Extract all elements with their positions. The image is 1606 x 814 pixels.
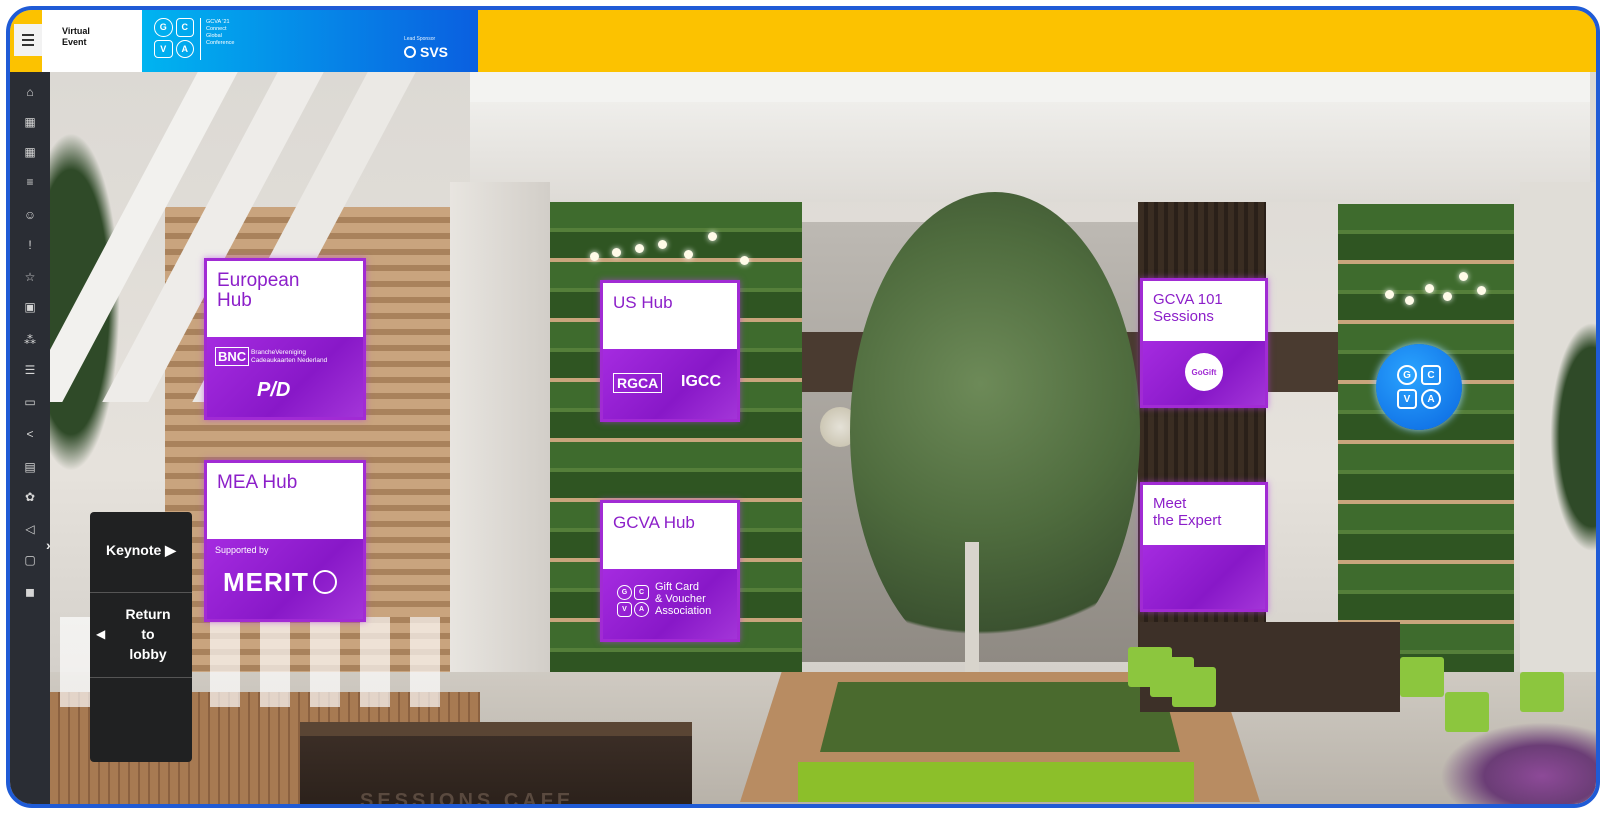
seat-cube bbox=[1172, 667, 1216, 707]
event-title: Virtual Event bbox=[62, 26, 90, 47]
sidebar: ⌂ ▦ ▦ ≡ ☺ ǃ ☆ ▣ ⁂ ☰ ▭ < ▤ ✿ ◁ ▢ ◼ › bbox=[10, 72, 51, 804]
list-icon[interactable]: ≡ bbox=[10, 172, 50, 192]
sponsor-logo: SVS bbox=[404, 44, 448, 60]
pendant-lights bbox=[1385, 272, 1505, 305]
calendar-alt-icon[interactable]: ▦ bbox=[10, 142, 50, 162]
association-text: Gift Card & Voucher Association bbox=[655, 581, 712, 617]
profile-icon[interactable]: ◼ bbox=[10, 582, 50, 602]
cafe-sign: SESSIONS CAFE bbox=[360, 790, 575, 804]
sign-title: Meet the Expert bbox=[1153, 495, 1222, 529]
sign-title: GCVA Hub bbox=[613, 513, 695, 532]
sign-title: GCVA 101 Sessions bbox=[1153, 291, 1223, 325]
counter-top bbox=[300, 722, 692, 736]
star-icon[interactable]: ☆ bbox=[10, 267, 50, 287]
menu-icon[interactable] bbox=[14, 24, 43, 56]
mea-hub-sign[interactable]: MEA Hub Supported by MERIT bbox=[204, 460, 366, 622]
lobby-scene: SESSIONS CAFE European Hub BNC BrancheVe… bbox=[50, 72, 1596, 804]
camera-icon[interactable]: ▣ bbox=[10, 297, 50, 317]
svs-logo-icon bbox=[404, 46, 416, 58]
merit-circle-icon bbox=[312, 570, 337, 594]
ceiling bbox=[470, 102, 1590, 202]
pvd-logo: P/D bbox=[257, 379, 291, 401]
people-icon[interactable]: ☺ bbox=[10, 205, 50, 225]
share-icon[interactable]: < bbox=[10, 424, 50, 444]
gcva-logo-icon: G C V A bbox=[154, 18, 194, 58]
meet-the-expert-sign[interactable]: Meet the Expert bbox=[1140, 482, 1268, 612]
chat-icon[interactable]: ▢ bbox=[10, 550, 50, 570]
seat-cube bbox=[1520, 672, 1564, 712]
sign-title: MEA Hub bbox=[217, 472, 298, 493]
sign-title: European Hub bbox=[217, 270, 300, 311]
poll-icon[interactable]: ▤ bbox=[10, 457, 50, 477]
group-icon[interactable]: ✿ bbox=[10, 487, 50, 507]
return-to-lobby-link[interactable]: Return to lobby bbox=[104, 604, 192, 664]
gcva-logo-icon: G C V A bbox=[617, 585, 649, 617]
merit-logo: MERIT bbox=[223, 567, 337, 598]
pendant-lights bbox=[590, 232, 770, 265]
network-icon[interactable]: ⁂ bbox=[10, 330, 50, 350]
directory-signpost: Keynote ▶ ◀ Return to lobby bbox=[90, 512, 192, 762]
top-bar: Virtual Event G C V A GCVA '21 Connect G… bbox=[10, 10, 1596, 72]
conference-text: GCVA '21 Connect Global Conference bbox=[206, 19, 235, 46]
event-title-area bbox=[42, 10, 142, 72]
banner-divider bbox=[200, 18, 201, 60]
gcva-hub-sign[interactable]: GCVA Hub G C V A Gift Card & Voucher Ass… bbox=[600, 500, 740, 642]
info-icon[interactable]: ǃ bbox=[10, 235, 50, 255]
list-bullet-icon[interactable]: ☰ bbox=[10, 360, 50, 380]
gogift-logo: GoGift bbox=[1185, 353, 1223, 391]
european-hub-sign[interactable]: European Hub BNC BrancheVereniging Cadea… bbox=[204, 258, 366, 420]
app-frame: Virtual Event G C V A GCVA '21 Connect G… bbox=[6, 6, 1600, 808]
rgca-logo: RGCA bbox=[613, 373, 663, 393]
supported-by-label: Supported by bbox=[215, 545, 269, 555]
flowers bbox=[1440, 722, 1596, 804]
sponsor-label: Lead Sponsor bbox=[404, 36, 436, 42]
sign-title: US Hub bbox=[613, 293, 673, 312]
gcva-logo-icon[interactable]: G C V A bbox=[1376, 344, 1462, 430]
igcc-logo: IGCC bbox=[681, 373, 721, 390]
conference-banner[interactable]: G C V A GCVA '21 Connect Global Conferen… bbox=[142, 10, 478, 72]
keynote-link[interactable]: Keynote ▶ bbox=[90, 542, 192, 559]
bnc-logo-icon: BNC bbox=[215, 347, 250, 366]
planter-base bbox=[798, 762, 1194, 802]
home-icon[interactable]: ⌂ bbox=[10, 82, 50, 102]
gcva-101-sessions-sign[interactable]: GCVA 101 Sessions GoGift bbox=[1140, 278, 1268, 408]
calendar-icon[interactable]: ▦ bbox=[10, 112, 50, 132]
us-hub-sign[interactable]: US Hub RGCA IGCC bbox=[600, 280, 740, 422]
video-icon[interactable]: ▭ bbox=[10, 392, 50, 412]
planter-grass bbox=[820, 682, 1180, 752]
plant-right bbox=[1550, 322, 1596, 552]
seat-cube bbox=[1400, 657, 1444, 697]
tree bbox=[850, 192, 1140, 672]
megaphone-icon[interactable]: ◁ bbox=[10, 519, 50, 539]
sponsor-text: BrancheVereniging Cadeaukaarten Nederlan… bbox=[251, 349, 328, 364]
